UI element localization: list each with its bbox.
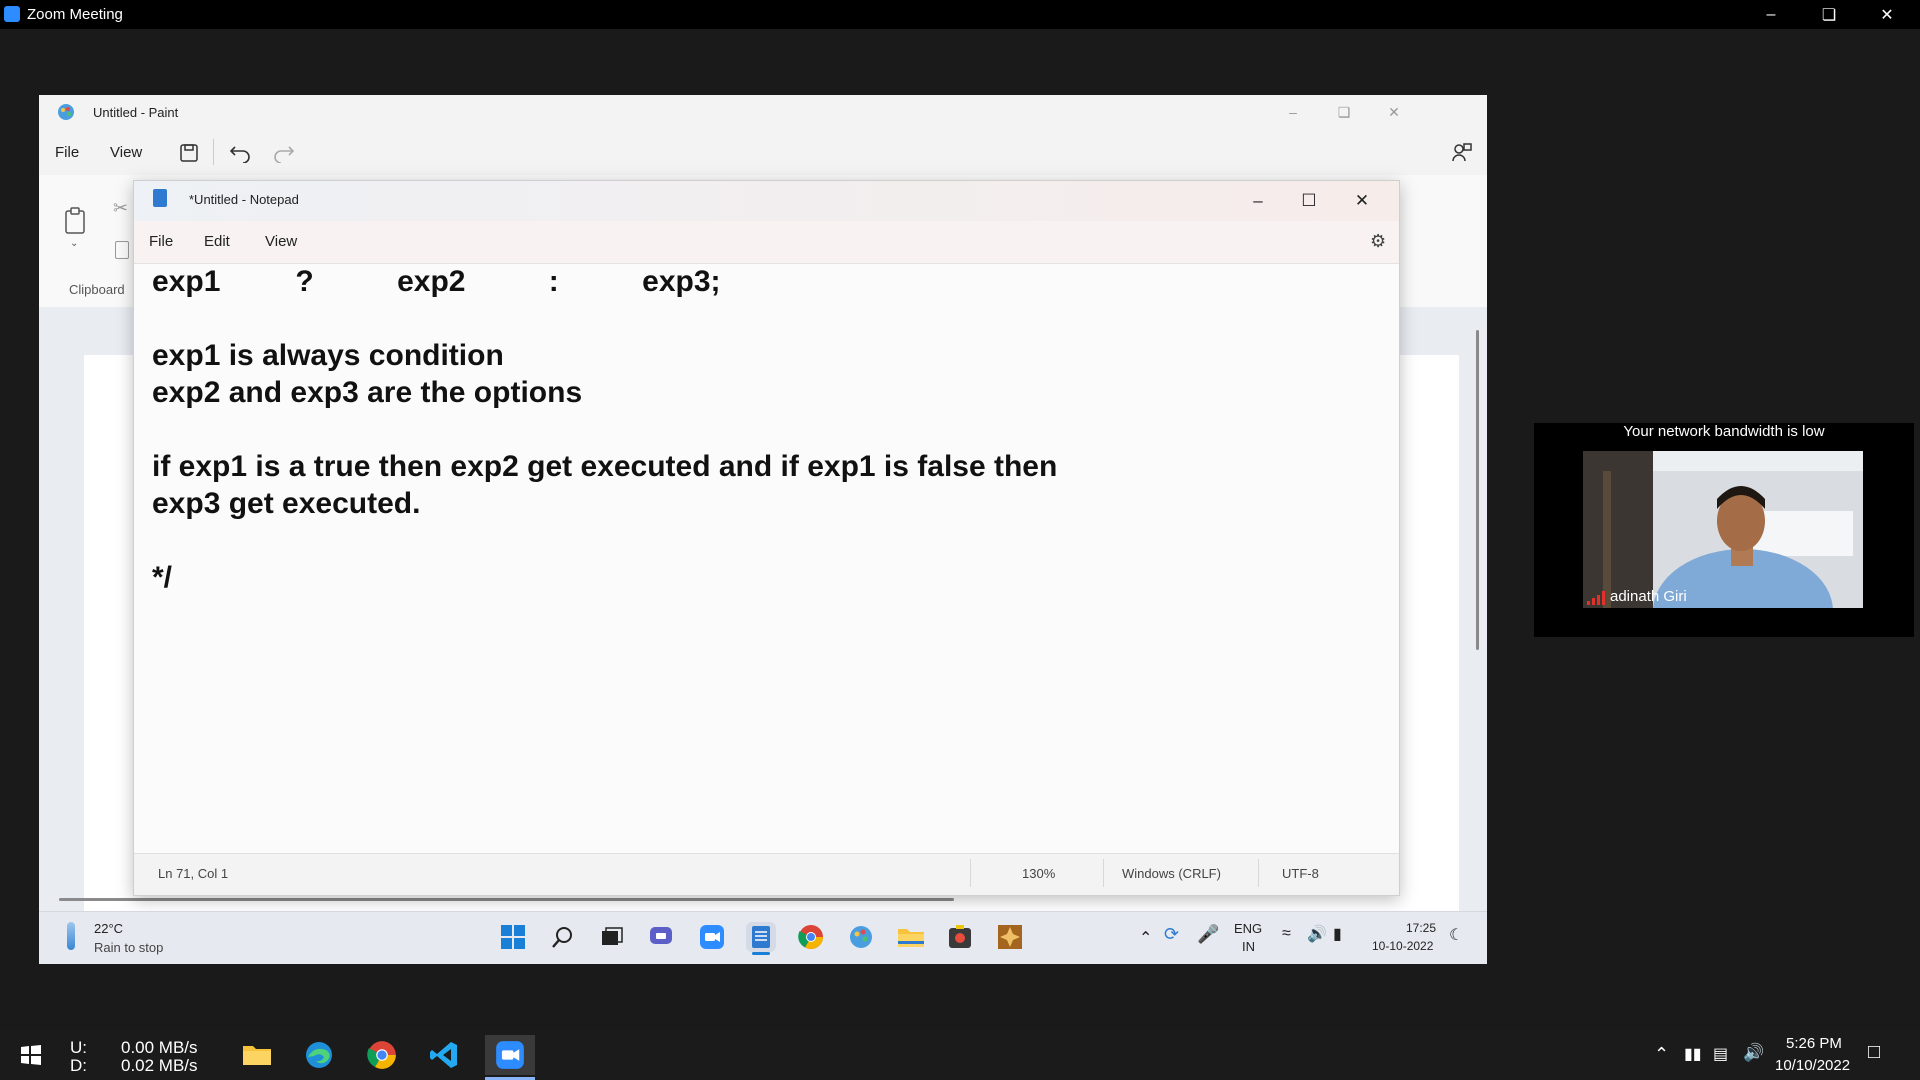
- paste-dropdown-icon[interactable]: ⌄: [70, 238, 78, 249]
- settings-gear-icon[interactable]: ⚙: [1370, 231, 1386, 252]
- paint-restore-button[interactable]: ❏: [1319, 95, 1369, 129]
- participant-video[interactable]: [1583, 451, 1863, 608]
- paint-title: Untitled - Paint: [93, 105, 179, 120]
- volume-icon[interactable]: 🔊: [1743, 1043, 1764, 1063]
- search-icon[interactable]: [548, 922, 578, 952]
- file-explorer-icon[interactable]: [896, 922, 926, 952]
- notepad-titlebar: [134, 181, 1399, 221]
- media-app-icon[interactable]: [945, 922, 975, 952]
- language-eng[interactable]: ENG: [1234, 921, 1262, 936]
- zoom-icon[interactable]: [697, 922, 727, 952]
- language-region[interactable]: IN: [1242, 939, 1255, 954]
- notepad-icon[interactable]: [746, 922, 776, 952]
- encoding: UTF-8: [1282, 866, 1319, 881]
- notepad-close-button[interactable]: ✕: [1337, 181, 1387, 221]
- ribbon-group-label: Clipboard: [69, 282, 125, 297]
- signal-strength-icon: [1587, 591, 1605, 605]
- battery-icon[interactable]: ▮▮: [1684, 1044, 1702, 1064]
- text-line: */: [152, 561, 173, 594]
- paint-app-icon: [58, 104, 74, 120]
- paint-icon[interactable]: [846, 922, 876, 952]
- microphone-icon[interactable]: 🎤: [1197, 924, 1219, 945]
- zoom-titlebar: [0, 0, 1920, 29]
- task-view-icon[interactable]: [597, 922, 627, 952]
- notepad-minimize-button[interactable]: –: [1233, 181, 1283, 221]
- host-clock-date[interactable]: 10/10/2022: [1775, 1057, 1850, 1074]
- share-icon[interactable]: [1451, 141, 1473, 163]
- minimize-button[interactable]: –: [1742, 0, 1800, 29]
- cut-icon[interactable]: ✂: [113, 198, 128, 219]
- status-divider: [1103, 859, 1104, 887]
- close-button[interactable]: ✕: [1858, 0, 1916, 29]
- notepad-window: *Untitled - Notepad – ☐ ✕ File Edit View…: [133, 180, 1400, 896]
- active-indicator: [752, 952, 770, 955]
- text-line: exp1 ? exp2 : exp3;: [152, 265, 721, 298]
- text-line: exp3 get executed.: [152, 487, 421, 520]
- paint-close-button[interactable]: ✕: [1369, 95, 1419, 129]
- start-icon[interactable]: [498, 922, 528, 952]
- chrome-icon[interactable]: [796, 922, 826, 952]
- window-title: Zoom Meeting: [27, 6, 123, 23]
- menu-divider: [213, 139, 214, 165]
- paint-menu-file[interactable]: File: [55, 144, 79, 161]
- zoom-app-icon: [4, 6, 20, 22]
- host-clock-time[interactable]: 5:26 PM: [1786, 1035, 1842, 1052]
- vertical-scrollbar[interactable]: [1476, 330, 1479, 650]
- volume-icon[interactable]: 🔊: [1307, 924, 1327, 944]
- network-icon[interactable]: ▤: [1713, 1044, 1728, 1064]
- text-line: if exp1 is a true then exp2 get executed…: [152, 450, 1058, 483]
- teams-chat-icon[interactable]: [647, 922, 677, 952]
- paste-icon[interactable]: [63, 207, 87, 235]
- vscode-icon[interactable]: [423, 1035, 465, 1075]
- shared-screen: Untitled - Paint – ❏ ✕ File View ⌄ ✂ Cli…: [39, 95, 1487, 964]
- zoom-icon[interactable]: [485, 1035, 535, 1075]
- redo-icon[interactable]: [273, 143, 295, 163]
- remote-clock-date[interactable]: 10-10-2022: [1372, 939, 1433, 953]
- zoom-level: 130%: [1022, 866, 1056, 881]
- file-explorer-icon[interactable]: [236, 1035, 278, 1075]
- restore-button[interactable]: ❏: [1800, 0, 1858, 29]
- participant-name: adinath Giri: [1610, 588, 1687, 605]
- text-line: exp1 is always condition: [152, 339, 504, 372]
- battery-icon[interactable]: ▮: [1333, 924, 1342, 944]
- text-line: exp2 and exp3 are the options: [152, 376, 583, 409]
- copy-icon[interactable]: [115, 241, 129, 259]
- net-down-label: D:: [70, 1056, 87, 1075]
- notepad-app-icon: [153, 189, 167, 207]
- notepad-title: *Untitled - Notepad: [189, 192, 299, 207]
- weather-desc[interactable]: Rain to stop: [94, 940, 163, 955]
- weather-temp[interactable]: 22°C: [94, 921, 123, 936]
- chevron-up-icon[interactable]: ⌃: [1654, 1044, 1669, 1065]
- net-up-value: 0.00 MB/s: [121, 1038, 198, 1057]
- edge-icon[interactable]: [298, 1035, 340, 1075]
- line-endings: Windows (CRLF): [1122, 866, 1221, 881]
- status-divider: [970, 859, 971, 887]
- horizontal-scrollbar[interactable]: [59, 898, 954, 901]
- notepad-menu-edit[interactable]: Edit: [204, 233, 230, 250]
- windows-start-icon[interactable]: [10, 1035, 52, 1075]
- paint-minimize-button[interactable]: –: [1268, 95, 1318, 129]
- save-icon[interactable]: [179, 143, 199, 163]
- bandwidth-warning: Your network bandwidth is low: [1623, 423, 1825, 440]
- weather-icon: [67, 922, 75, 950]
- notepad-menu-view[interactable]: View: [265, 233, 297, 250]
- app-icon[interactable]: [995, 922, 1025, 952]
- paint-menu-view[interactable]: View: [110, 144, 142, 161]
- notifications-icon[interactable]: □: [1868, 1041, 1880, 1064]
- host-taskbar: [0, 1030, 1920, 1080]
- chrome-icon[interactable]: [361, 1035, 403, 1075]
- notepad-menubar: [134, 221, 1399, 264]
- undo-icon[interactable]: [229, 143, 251, 163]
- sync-icon[interactable]: ⟳: [1164, 924, 1179, 945]
- notepad-menu-file[interactable]: File: [149, 233, 173, 250]
- status-divider: [1258, 859, 1259, 887]
- remote-clock-time[interactable]: 17:25: [1406, 921, 1436, 935]
- focus-moon-icon[interactable]: ☾: [1449, 925, 1463, 945]
- wifi-icon[interactable]: ≈: [1282, 925, 1291, 943]
- cursor-position: Ln 71, Col 1: [158, 866, 229, 881]
- notepad-maximize-button[interactable]: ☐: [1284, 181, 1334, 221]
- net-up-label: U:: [70, 1038, 87, 1057]
- chevron-up-icon[interactable]: ⌃: [1139, 928, 1152, 948]
- net-down-value: 0.02 MB/s: [121, 1056, 198, 1075]
